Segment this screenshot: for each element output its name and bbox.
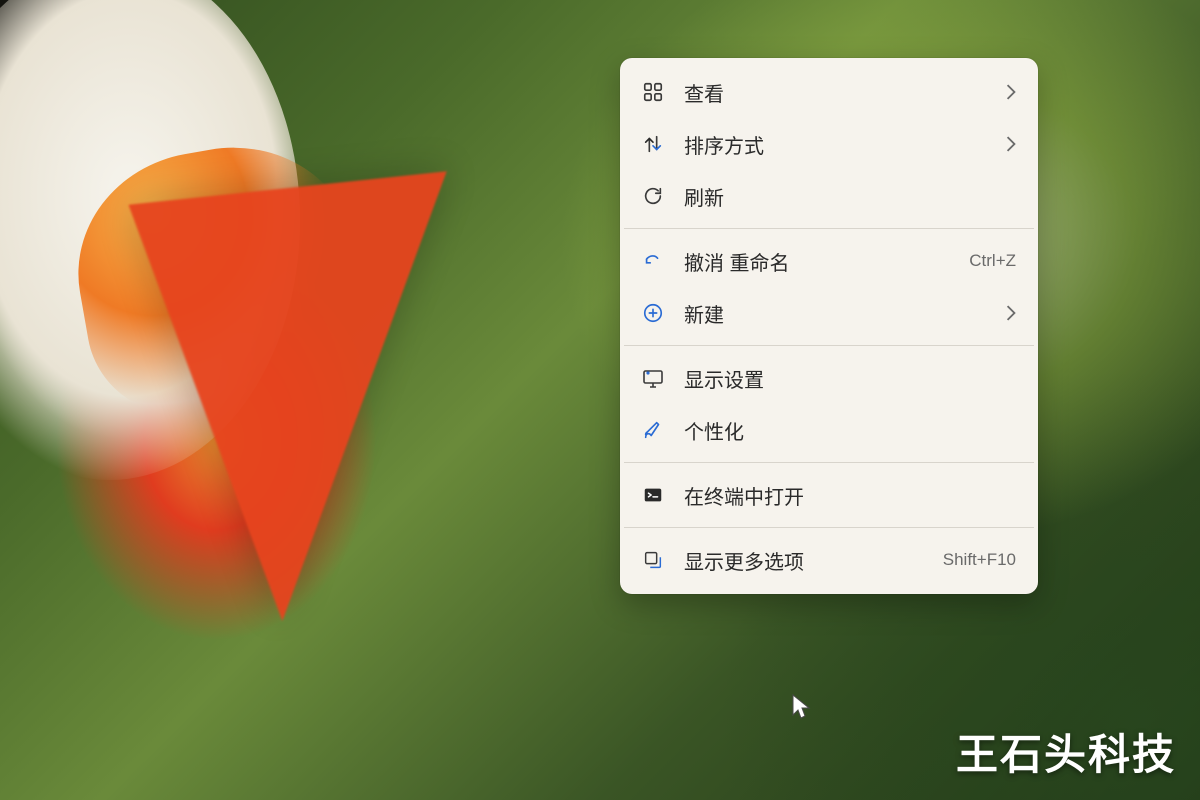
menu-item-label: 撤消 重命名	[684, 247, 951, 276]
menu-item-shortcut: Ctrl+Z	[969, 251, 1016, 271]
menu-separator	[624, 462, 1034, 463]
menu-separator	[624, 228, 1034, 229]
menu-item-sort[interactable]: 排序方式	[620, 118, 1038, 170]
chevron-right-icon	[1006, 136, 1016, 152]
menu-item-label: 在终端中打开	[684, 481, 998, 510]
menu-separator	[624, 527, 1034, 528]
paintbrush-icon	[640, 417, 666, 443]
menu-item-view[interactable]: 查看	[620, 66, 1038, 118]
mouse-cursor-icon	[792, 694, 812, 722]
menu-item-undo-rename[interactable]: 撤消 重命名 Ctrl+Z	[620, 235, 1038, 287]
desktop-context-menu: 查看 排序方式 刷新	[620, 58, 1038, 594]
menu-item-label: 刷新	[684, 182, 998, 211]
refresh-icon	[640, 183, 666, 209]
terminal-icon	[640, 482, 666, 508]
more-options-icon	[640, 547, 666, 573]
menu-item-personalize[interactable]: 个性化	[620, 404, 1038, 456]
chevron-right-icon	[1006, 305, 1016, 321]
menu-item-label: 排序方式	[684, 130, 988, 159]
menu-item-label: 新建	[684, 299, 988, 328]
menu-item-show-more-options[interactable]: 显示更多选项 Shift+F10	[620, 534, 1038, 586]
sort-arrows-icon	[640, 131, 666, 157]
chevron-right-icon	[1006, 84, 1016, 100]
undo-icon	[640, 248, 666, 274]
menu-item-label: 显示更多选项	[684, 546, 925, 575]
desktop-wallpaper[interactable]: 查看 排序方式 刷新	[0, 0, 1200, 800]
wallpaper-puffin-beak	[113, 171, 446, 638]
menu-item-shortcut: Shift+F10	[943, 550, 1016, 570]
grid-icon	[640, 79, 666, 105]
menu-item-label: 个性化	[684, 416, 998, 445]
menu-item-label: 显示设置	[684, 364, 998, 393]
menu-item-new[interactable]: 新建	[620, 287, 1038, 339]
menu-item-label: 查看	[684, 78, 988, 107]
display-settings-icon	[640, 365, 666, 391]
menu-separator	[624, 345, 1034, 346]
menu-item-refresh[interactable]: 刷新	[620, 170, 1038, 222]
menu-item-open-in-terminal[interactable]: 在终端中打开	[620, 469, 1038, 521]
watermark-text: 王石头科技	[956, 721, 1176, 782]
plus-circle-icon	[640, 300, 666, 326]
menu-item-display-settings[interactable]: 显示设置	[620, 352, 1038, 404]
